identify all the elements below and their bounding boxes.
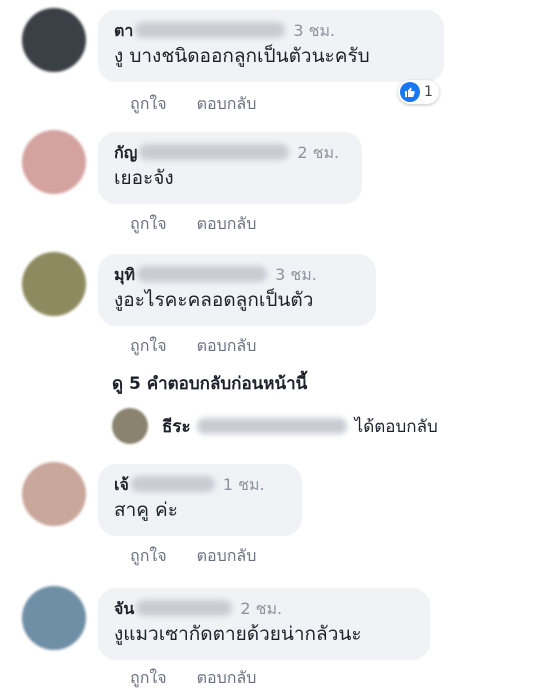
comment-text: งูอะไรคะคลอดลูกเป็นตัว [114, 289, 314, 311]
avatar[interactable] [22, 130, 86, 194]
commenter-name[interactable]: เจ้ [114, 475, 129, 494]
comment-bubble: เจ้ 1 ชม. สาคู ค่ะ [98, 464, 302, 536]
avatar[interactable] [22, 586, 86, 650]
avatar[interactable] [22, 8, 86, 72]
comment-actions: ถูกใจ ตอบกลับ [130, 92, 286, 117]
reply-button[interactable]: ตอบกลับ [197, 94, 257, 113]
comment-actions: ถูกใจ ตอบกลับ [130, 544, 286, 569]
comment-text: เยอะจัง [114, 167, 174, 189]
view-previous-replies-link[interactable]: ดู 5 คำตอบกลับก่อนหน้านี้ [112, 370, 307, 397]
blurred-name [139, 144, 290, 160]
comment-time[interactable]: 3 ชม. [293, 21, 335, 40]
blurred-name [196, 418, 347, 434]
comment-bubble: กัญ 2 ชม. เยอะจัง [98, 132, 362, 204]
comment-bubble: จัน 2 ชม. งูแมวเซากัดตายด้วยน่ากลัวนะ [98, 588, 430, 660]
reply-button[interactable]: ตอบกลับ [197, 214, 257, 233]
like-button[interactable]: ถูกใจ [130, 214, 167, 233]
comment-text: สาคู ค่ะ [114, 499, 178, 521]
reaction-badge[interactable]: 1 [398, 80, 439, 104]
reply-author-name: ธีระ [162, 416, 191, 437]
thumbs-up-icon [400, 82, 420, 102]
comment-time[interactable]: 2 ชม. [240, 599, 282, 618]
commenter-name[interactable]: มุทิ [114, 265, 135, 284]
comment-bubble: ตา 3 ชม. งู บางชนิดออกลูกเป็นตัวนะครับ [98, 10, 444, 82]
like-button[interactable]: ถูกใจ [130, 546, 167, 565]
comment-time[interactable]: 1 ชม. [223, 475, 265, 494]
comment-bubble: มุทิ 3 ชม. งูอะไรคะคลอดลูกเป็นตัว [98, 254, 376, 326]
comment-text: งู บางชนิดออกลูกเป็นตัวนะครับ [114, 45, 370, 67]
like-button[interactable]: ถูกใจ [130, 94, 167, 113]
comment-time[interactable]: 3 ชม. [275, 265, 317, 284]
avatar[interactable] [22, 252, 86, 316]
comment-time[interactable]: 2 ชม. [297, 143, 339, 162]
comment-actions: ถูกใจ ตอบกลับ [130, 334, 286, 359]
comment-actions: ถูกใจ ตอบกลับ [130, 212, 286, 237]
reply-summary-text: ได้ตอบกลับ [354, 416, 438, 437]
blurred-name [136, 600, 233, 616]
comment-text: งูแมวเซากัดตายด้วยน่ากลัวนะ [114, 623, 362, 645]
like-button[interactable]: ถูกใจ [130, 668, 167, 687]
blurred-name [137, 266, 268, 282]
comment-actions: ถูกใจ ตอบกลับ [130, 666, 286, 691]
avatar[interactable] [22, 462, 86, 526]
commenter-name[interactable]: กัญ [114, 143, 137, 162]
reply-button[interactable]: ตอบกลับ [197, 668, 257, 687]
avatar [112, 408, 148, 444]
reply-summary[interactable]: ธีระ ได้ตอบกลับ [112, 408, 438, 444]
blurred-name [130, 476, 215, 492]
blurred-name [135, 22, 286, 38]
reaction-count: 1 [424, 84, 433, 100]
commenter-name[interactable]: ตา [114, 21, 133, 40]
reply-button[interactable]: ตอบกลับ [197, 546, 257, 565]
commenter-name[interactable]: จัน [114, 599, 134, 618]
like-button[interactable]: ถูกใจ [130, 336, 167, 355]
reply-button[interactable]: ตอบกลับ [197, 336, 257, 355]
